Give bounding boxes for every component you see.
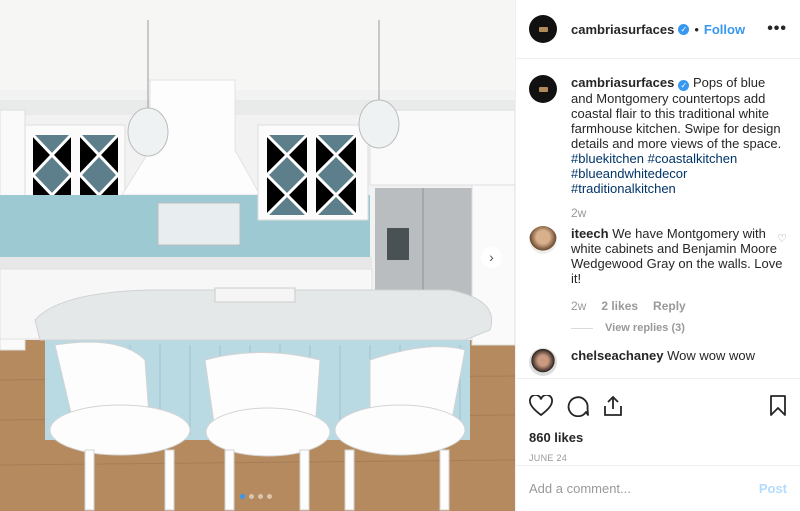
post-header: cambriasurfaces ✓ • Follow ••• [516,0,800,59]
comment-time[interactable]: 2w [571,299,586,313]
carousel-dot [249,494,254,499]
share-icon[interactable] [603,395,623,417]
avatar[interactable] [529,75,557,103]
comment-likes[interactable]: 2 likes [601,299,638,313]
separator: • [694,21,699,37]
username-link[interactable]: cambriasurfaces [571,22,674,37]
comment-text: Wow wow wow [667,348,756,363]
add-comment-bar: Post [516,465,800,511]
view-replies-button[interactable]: View replies (3) [571,322,787,334]
reply-button[interactable]: Reply [653,299,686,313]
more-options-icon[interactable]: ••• [767,20,787,38]
view-replies-label: View replies (3) [605,322,685,334]
carousel-dot [240,494,245,499]
comment-username[interactable]: chelseachaney [571,348,664,363]
avatar[interactable] [529,226,557,254]
caption-time[interactable]: 2w [571,206,586,220]
hashtag-link[interactable]: #coastalkitchen [648,151,738,166]
caption-username[interactable]: cambriasurfaces [571,75,674,90]
likes-count[interactable]: 860 likes [516,423,800,445]
hashtag-link[interactable]: #bluekitchen [571,151,644,166]
comment-bubble-icon[interactable] [567,395,589,417]
post-photo[interactable]: › [0,0,515,511]
post-date[interactable]: JUNE 24 [516,445,800,463]
like-heart-icon[interactable] [529,395,553,417]
next-slide-button[interactable]: › [481,247,502,268]
kitchen-image [0,0,515,511]
carousel-dot [258,494,263,499]
follow-button[interactable]: Follow [704,22,745,37]
save-bookmark-icon[interactable] [769,395,787,417]
comment-item: chelseachaney Wow wow wow [529,348,787,376]
carousel-indicator [240,494,272,499]
carousel-dot [267,494,272,499]
post-actions [516,379,800,423]
comment-item: iteech We have Montgomery with white cab… [529,226,787,313]
comment-input[interactable] [529,481,759,496]
hashtag-link[interactable]: #traditionalkitchen [571,181,676,196]
post-sidebar: cambriasurfaces ✓ • Follow ••• cambriasu… [515,0,800,511]
comments-list[interactable]: cambriasurfaces ✓ Pops of blue and Montgo… [516,59,800,379]
like-comment-heart-icon[interactable]: ♡ [777,232,787,245]
avatar[interactable] [529,15,557,43]
caption: cambriasurfaces ✓ Pops of blue and Montgo… [529,75,787,220]
avatar[interactable] [529,348,557,376]
hashtag-link[interactable]: #blueandwhitedecor [571,166,687,181]
verified-badge-icon: ✓ [678,80,690,91]
comment-username[interactable]: iteech [571,226,609,241]
post-comment-button[interactable]: Post [759,481,787,496]
verified-badge-icon: ✓ [678,23,690,35]
